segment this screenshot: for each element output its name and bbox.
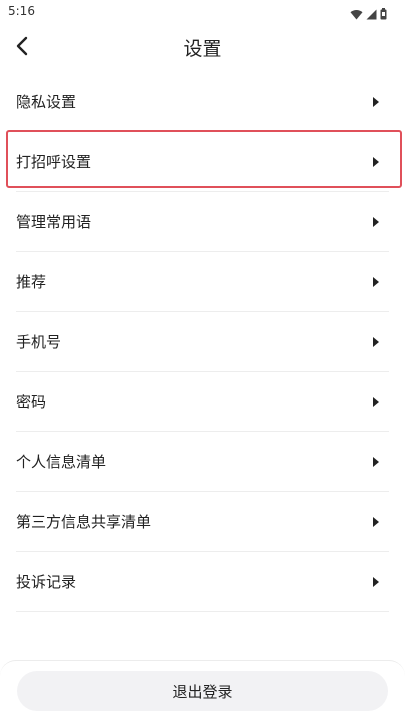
- battery-icon: [380, 5, 387, 24]
- caret-right-icon: [373, 517, 379, 527]
- status-icons: [350, 5, 387, 24]
- settings-item-label: 手机号: [16, 333, 62, 351]
- caret-right-icon: [373, 277, 379, 287]
- page-title: 设置: [183, 38, 222, 60]
- status-bar: 5:16: [0, 0, 405, 24]
- wifi-icon: [350, 5, 363, 24]
- signal-icon: [366, 5, 377, 24]
- settings-item-personal-info-list[interactable]: 个人信息清单: [16, 432, 389, 492]
- caret-right-icon: [373, 157, 379, 167]
- settings-item-label: 打招呼设置: [16, 153, 92, 171]
- caret-right-icon: [373, 217, 379, 227]
- status-time: 5:16: [8, 4, 35, 18]
- settings-list: 隐私设置 打招呼设置 管理常用语 推荐 手机号 密码 个人信息清单 第三方信息共…: [16, 72, 389, 612]
- caret-right-icon: [373, 337, 379, 347]
- settings-item-recommend[interactable]: 推荐: [16, 252, 389, 312]
- settings-item-label: 管理常用语: [16, 213, 92, 231]
- settings-item-label: 投诉记录: [16, 573, 77, 591]
- settings-item-label: 个人信息清单: [16, 453, 107, 471]
- settings-item-label: 第三方信息共享清单: [16, 513, 152, 531]
- settings-item-label: 隐私设置: [16, 93, 77, 111]
- settings-item-common-phrases[interactable]: 管理常用语: [16, 192, 389, 252]
- caret-right-icon: [373, 577, 379, 587]
- settings-item-third-party-sharing[interactable]: 第三方信息共享清单: [16, 492, 389, 552]
- caret-right-icon: [373, 397, 379, 407]
- logout-button[interactable]: 退出登录: [17, 671, 388, 711]
- settings-item-label: 推荐: [16, 273, 47, 291]
- settings-screen: 5:16 设置 隐私设置 打招呼设置 管理常用语 推荐 手机号 密码 个人信息清…: [0, 0, 405, 720]
- header: 设置: [0, 24, 405, 70]
- settings-item-password[interactable]: 密码: [16, 372, 389, 432]
- settings-item-privacy[interactable]: 隐私设置: [16, 72, 389, 132]
- settings-item-complaint-records[interactable]: 投诉记录: [16, 552, 389, 612]
- settings-item-phone[interactable]: 手机号: [16, 312, 389, 372]
- caret-right-icon: [373, 457, 379, 467]
- caret-right-icon: [373, 97, 379, 107]
- settings-item-label: 密码: [16, 393, 47, 411]
- settings-item-greeting[interactable]: 打招呼设置: [16, 132, 389, 192]
